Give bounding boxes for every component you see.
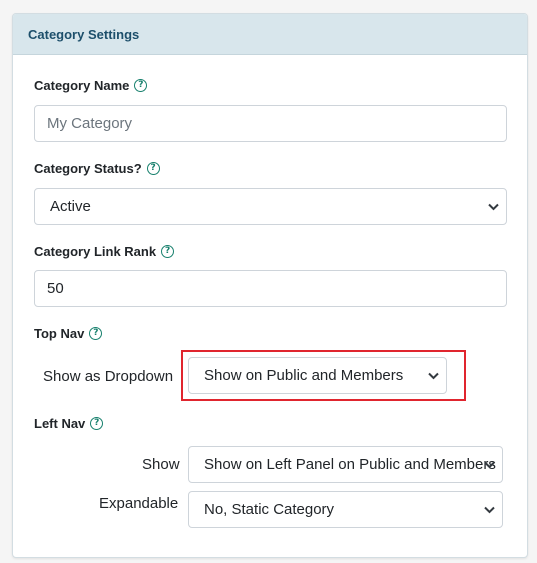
category-status-select[interactable]: Active xyxy=(34,188,507,225)
left-nav-label: Left Nav ? xyxy=(34,416,104,431)
category-name-label: Category Name ? xyxy=(34,78,148,93)
chevron-down-icon xyxy=(488,203,499,210)
category-name-input[interactable]: My Category xyxy=(34,105,507,142)
chevron-down-icon xyxy=(484,461,495,468)
category-settings-panel: Category Settings Category Name ? My Cat… xyxy=(12,13,528,558)
top-nav-label: Top Nav ? xyxy=(34,326,103,341)
left-nav-show-value: Show on Left Panel on Public and Members xyxy=(204,456,496,473)
category-status-label: Category Status? ? xyxy=(34,161,160,176)
left-nav-show-label: Show xyxy=(142,456,180,473)
chevron-down-icon xyxy=(484,506,495,513)
expandable-value: No, Static Category xyxy=(204,501,335,518)
expandable-label: Expandable xyxy=(99,495,179,512)
category-name-placeholder: My Category xyxy=(47,115,133,132)
highlight-box xyxy=(181,350,466,401)
panel-header: Category Settings xyxy=(13,14,527,55)
question-circle-icon[interactable]: ? xyxy=(90,417,104,430)
left-nav-show-select[interactable]: Show on Left Panel on Public and Members xyxy=(188,446,503,483)
question-circle-icon[interactable]: ? xyxy=(134,79,148,92)
category-link-rank-input[interactable]: 50 xyxy=(34,270,507,307)
question-circle-icon[interactable]: ? xyxy=(161,245,175,258)
expandable-select[interactable]: No, Static Category xyxy=(188,491,503,528)
category-link-rank-value: 50 xyxy=(47,280,64,297)
category-status-value: Active xyxy=(50,198,91,215)
question-circle-icon[interactable]: ? xyxy=(146,162,160,175)
show-as-dropdown-label: Show as Dropdown xyxy=(43,368,174,385)
panel-title: Category Settings xyxy=(28,26,140,42)
category-link-rank-label: Category Link Rank ? xyxy=(34,244,175,259)
question-circle-icon[interactable]: ? xyxy=(89,327,103,340)
